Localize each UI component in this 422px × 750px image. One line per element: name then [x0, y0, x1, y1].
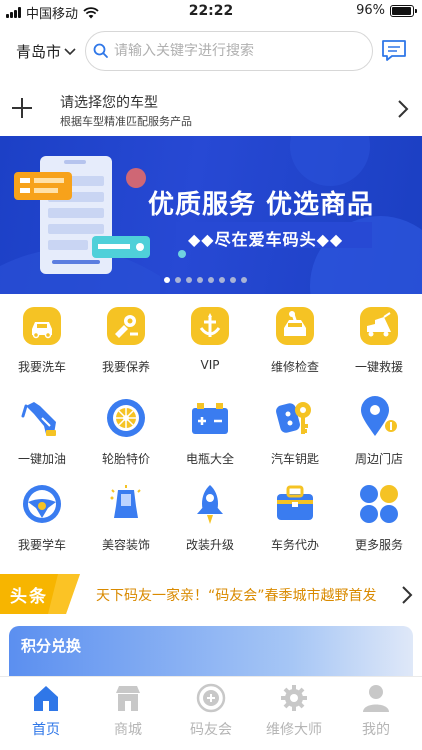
message-icon[interactable] — [380, 38, 408, 64]
rescue-icon — [360, 307, 398, 345]
service-label: 周边门店 — [354, 452, 403, 466]
battery-percent: 96% — [356, 3, 385, 18]
banner-tagline: ◆◆尽在爱车码头◆◆ — [188, 230, 344, 249]
chevron-right-icon — [398, 100, 409, 118]
search-header: 青岛市 — [0, 28, 422, 74]
service-label: 我要洗车 — [17, 360, 66, 374]
service-label: 汽车钥匙 — [270, 452, 319, 466]
car-select-subtitle: 根据车型精准匹配服务产品 — [60, 115, 192, 128]
service-rescue[interactable]: 一键救援 — [337, 300, 421, 386]
tab-label: 维修大师 — [266, 722, 322, 738]
maintenance-icon — [107, 307, 145, 345]
status-right: 96% — [356, 3, 417, 18]
car-wash-icon — [23, 307, 61, 345]
location-pin-icon — [361, 396, 397, 436]
search-icon — [93, 43, 108, 58]
battery-icon — [192, 403, 228, 434]
service-label: 车务代办 — [270, 538, 319, 552]
service-steering-wheel[interactable]: 我要学车 — [0, 478, 84, 564]
tab-label: 我的 — [362, 722, 390, 738]
service-tire[interactable]: 轮胎特价 — [84, 392, 168, 478]
service-label: 美容装饰 — [101, 538, 150, 552]
pagination-dot[interactable] — [175, 277, 181, 283]
tire-icon — [107, 399, 145, 437]
service-location-pin[interactable]: 周边门店 — [337, 392, 421, 478]
service-car-wash[interactable]: 我要洗车 — [0, 300, 84, 386]
service-vip[interactable]: VIP — [168, 300, 252, 386]
city-selector[interactable]: 青岛市 — [16, 41, 77, 62]
home-icon — [34, 686, 58, 711]
service-fuel-nozzle[interactable]: 一键加油 — [0, 392, 84, 478]
rocket-icon — [197, 485, 223, 524]
bottom-tab-bar: 首页 商城 码友会 维修大师 我的 — [0, 676, 422, 750]
service-label: 改装升级 — [185, 538, 234, 552]
grid-more-icon — [360, 485, 398, 523]
pagination-dot[interactable] — [219, 277, 225, 283]
service-label: 一键救援 — [354, 360, 403, 374]
pagination-dot[interactable] — [241, 277, 247, 283]
briefcase-icon — [277, 485, 313, 520]
tab-club[interactable]: 码友会 — [169, 677, 253, 750]
club-icon — [196, 683, 226, 713]
tab-gear[interactable]: 维修大师 — [252, 677, 336, 750]
steering-wheel-icon — [23, 485, 61, 523]
pagination-dot[interactable] — [230, 277, 236, 283]
status-bar: 中国移动 22:22 96% — [0, 0, 422, 22]
car-select-title: 请选择您的车型 — [60, 95, 158, 111]
service-car-seat[interactable]: 美容装饰 — [84, 478, 168, 564]
tab-label: 首页 — [32, 722, 60, 738]
tab-home[interactable]: 首页 — [4, 677, 88, 750]
service-label: 维修检查 — [270, 360, 319, 374]
tab-profile[interactable]: 我的 — [334, 677, 418, 750]
city-name: 青岛市 — [16, 43, 62, 61]
banner-headline: 优质服务 优选商品 — [148, 190, 375, 220]
service-label: 轮胎特价 — [101, 452, 150, 466]
fuel-nozzle-icon — [21, 402, 56, 436]
profile-icon — [363, 685, 389, 712]
pagination-dot[interactable] — [197, 277, 203, 283]
service-maintenance[interactable]: 我要保养 — [84, 300, 168, 386]
pagination-dot[interactable] — [208, 277, 214, 283]
plus-icon — [12, 98, 32, 118]
tab-store[interactable]: 商城 — [86, 677, 170, 750]
car-seat-icon — [110, 485, 141, 518]
chevron-right-icon[interactable] — [400, 584, 414, 606]
service-grid-more[interactable]: 更多服务 — [337, 478, 421, 564]
repair-check-icon — [276, 307, 314, 345]
pagination-dot[interactable] — [186, 277, 192, 283]
banner-pagination — [164, 277, 247, 283]
pagination-dot[interactable] — [164, 277, 170, 283]
service-repair-check[interactable]: 维修检查 — [253, 300, 337, 386]
service-car-key[interactable]: 汽车钥匙 — [253, 392, 337, 478]
store-icon — [116, 686, 140, 711]
service-label: 一键加油 — [17, 452, 66, 466]
app-screen: 中国移动 22:22 96% 青岛市 请输入关键字进行搜索 请选择您的车型 根据… — [0, 0, 422, 750]
tab-label: 码友会 — [190, 722, 232, 738]
service-label: 电瓶大全 — [185, 452, 234, 466]
service-briefcase[interactable]: 车务代办 — [253, 478, 337, 564]
promo-banner[interactable]: 优质服务 优选商品 ◆◆尽在爱车码头◆◆ — [0, 136, 422, 294]
service-label: 我要保养 — [101, 360, 150, 374]
chevron-down-icon — [64, 47, 76, 55]
tab-label: 商城 — [114, 722, 142, 738]
car-model-selector[interactable]: 请选择您的车型 根据车型精准匹配服务产品 — [0, 84, 422, 134]
service-rocket[interactable]: 改装升级 — [168, 478, 252, 564]
service-label: 我要学车 — [17, 538, 66, 552]
car-key-icon — [276, 402, 311, 434]
gear-icon — [281, 685, 307, 711]
headline-text[interactable]: 天下码友一家亲！“码友会”春季城市越野首发 — [96, 585, 384, 605]
service-label: VIP — [200, 358, 220, 372]
service-battery[interactable]: 电瓶大全 — [168, 392, 252, 478]
service-label: 更多服务 — [354, 538, 403, 552]
headline-ticker[interactable]: 头条 天下码友一家亲！“码友会”春季城市越野首发 — [0, 574, 422, 614]
points-exchange-title: 积分兑换 — [21, 637, 82, 655]
search-input[interactable] — [114, 43, 354, 59]
battery-icon — [390, 4, 417, 17]
vip-icon — [191, 307, 229, 345]
search-bar[interactable] — [85, 31, 373, 71]
headline-tag: 头条 — [10, 587, 48, 607]
